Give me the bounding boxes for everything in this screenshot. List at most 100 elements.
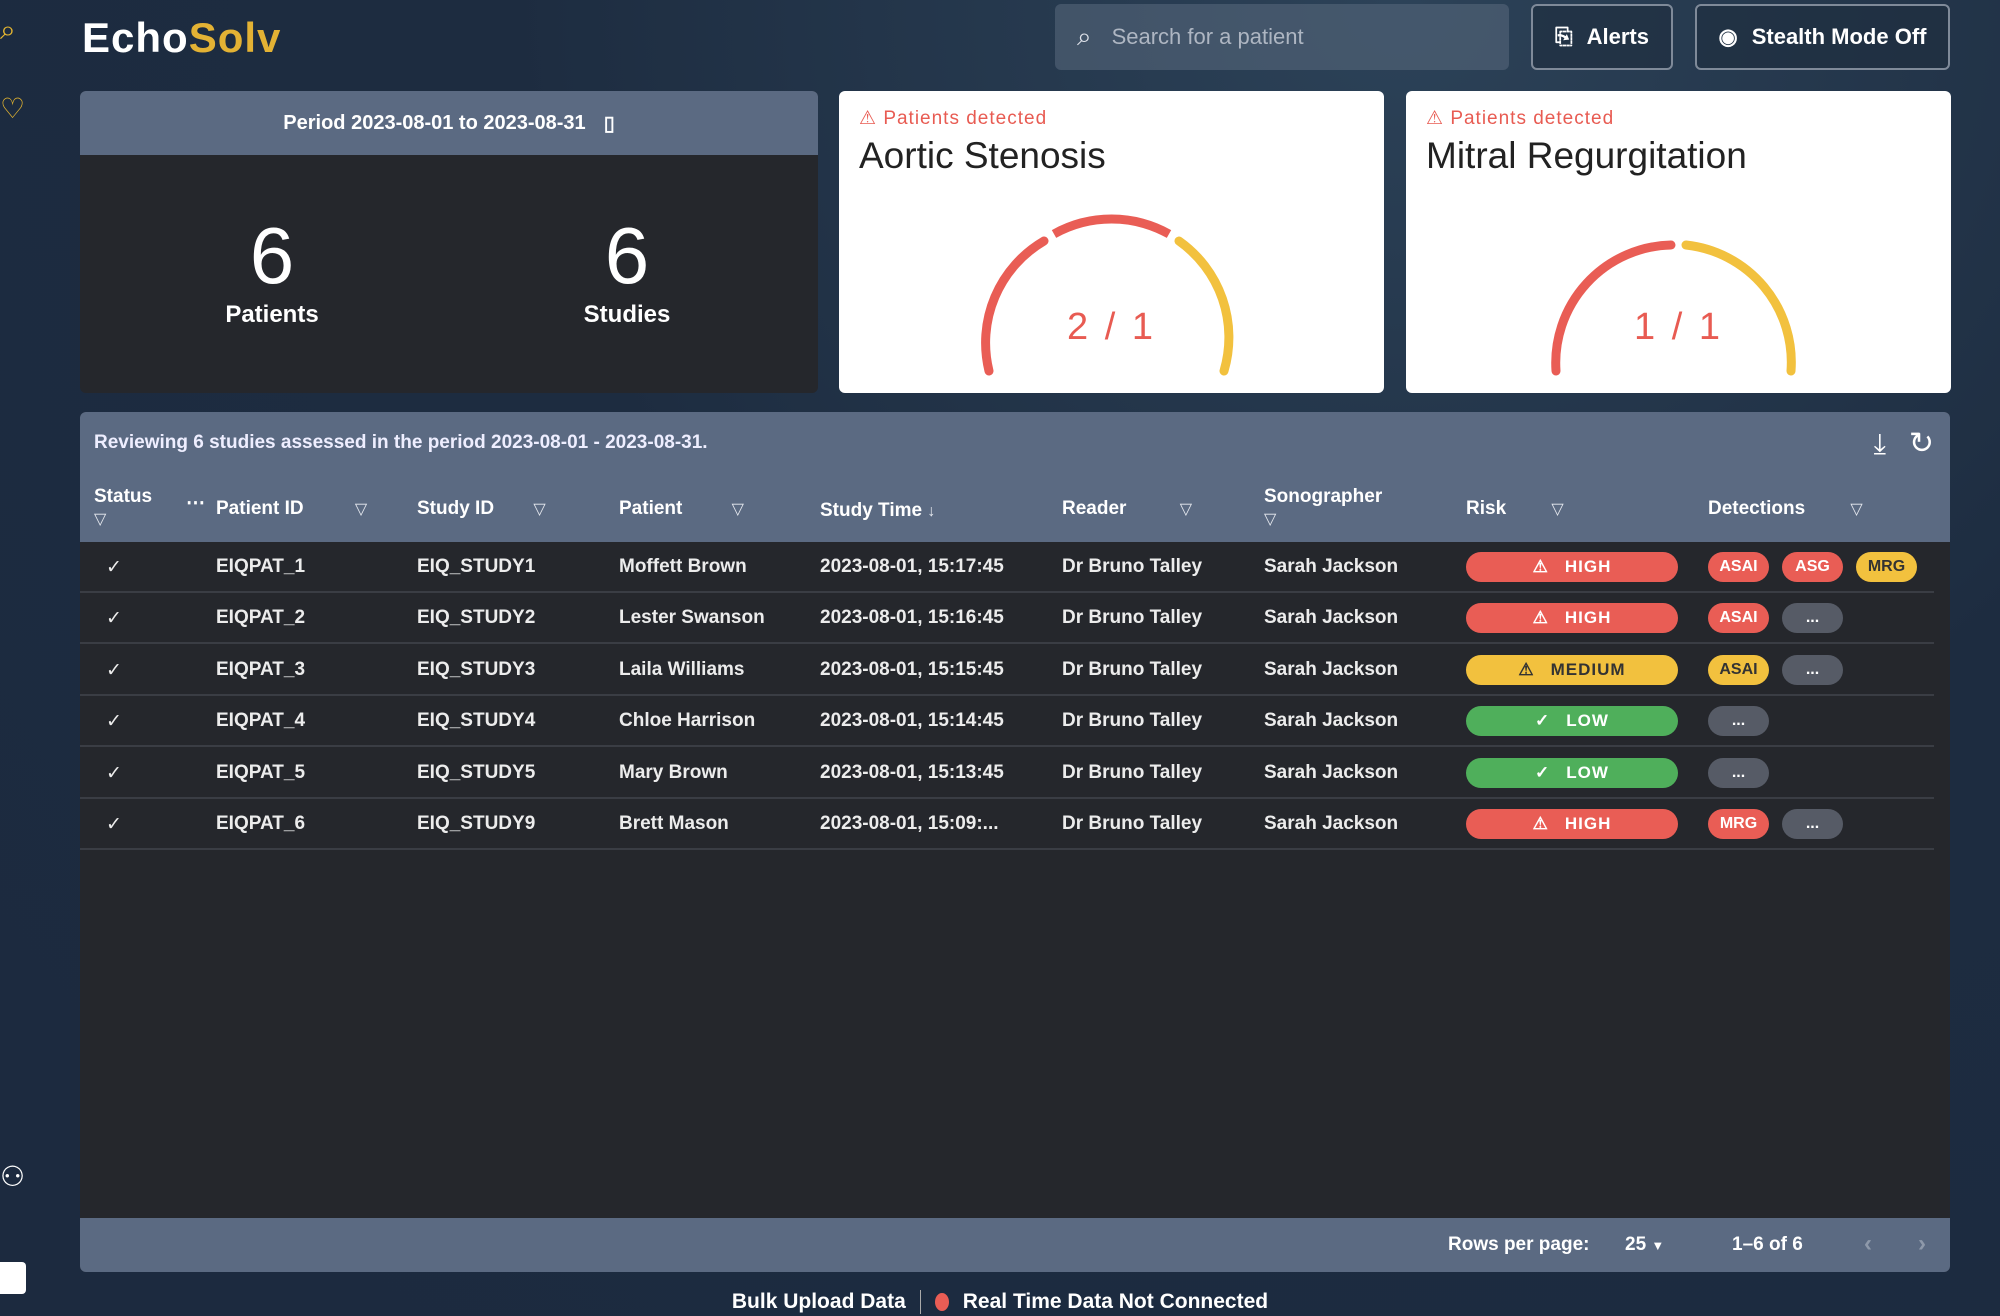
col-risk[interactable]: Risk ▽ bbox=[1466, 498, 1564, 520]
mitral-regurgitation-card[interactable]: ⚠ Patients detected Mitral Regurgitation… bbox=[1406, 91, 1951, 393]
cell-reader: Dr Bruno Talley bbox=[1062, 762, 1202, 784]
col-reader[interactable]: Reader ▽ bbox=[1062, 498, 1192, 520]
check-circle-icon: ✓ bbox=[1535, 763, 1550, 783]
card-title: Mitral Regurgitation bbox=[1426, 135, 1747, 177]
realtime-status: Real Time Data Not Connected bbox=[963, 1290, 1268, 1314]
table-header: Reviewing 6 studies assessed in the peri… bbox=[80, 412, 1950, 542]
search-input[interactable] bbox=[1112, 24, 1472, 50]
status-check-icon: ✓ bbox=[106, 659, 122, 682]
table-row[interactable]: ✓EIQPAT_5EIQ_STUDY5Mary Brown2023-08-01,… bbox=[80, 748, 1934, 799]
status-bar: Bulk Upload Data Real Time Data Not Conn… bbox=[0, 1290, 2000, 1314]
detection-chip[interactable]: ASG bbox=[1782, 552, 1843, 582]
table-row[interactable]: ✓EIQPAT_2EIQ_STUDY2Lester Swanson2023-08… bbox=[80, 593, 1934, 644]
detection-chip[interactable]: MRG bbox=[1856, 552, 1917, 582]
table-caption: Reviewing 6 studies assessed in the peri… bbox=[94, 432, 708, 454]
page-range: 1–6 of 6 bbox=[1732, 1234, 1803, 1256]
gauge-value: 2 / 1 bbox=[839, 306, 1384, 349]
prev-page-button[interactable]: ‹ bbox=[1864, 1230, 1872, 1258]
more-detections-button[interactable]: ... bbox=[1782, 655, 1843, 685]
filter-icon[interactable]: ▽ bbox=[1850, 501, 1862, 518]
table-row[interactable]: ✓EIQPAT_1EIQ_STUDY1Moffett Brown2023-08-… bbox=[80, 542, 1934, 593]
period-selector[interactable]: Period 2023-08-01 to 2023-08-31▯ bbox=[80, 91, 818, 155]
more-detections-button[interactable]: ... bbox=[1708, 706, 1769, 736]
warning-icon: ⚠ bbox=[1533, 814, 1549, 834]
status-dot-icon bbox=[935, 1293, 949, 1311]
stealth-mode-button[interactable]: ◉Stealth Mode Off bbox=[1695, 4, 1950, 70]
cell-sonographer: Sarah Jackson bbox=[1264, 710, 1398, 732]
divider bbox=[920, 1290, 921, 1314]
bulk-upload-link[interactable]: Bulk Upload Data bbox=[732, 1290, 906, 1314]
rows-per-page-select[interactable]: 25 ▼ bbox=[1625, 1234, 1664, 1256]
cell-study-id: EIQ_STUDY3 bbox=[417, 659, 535, 681]
eye-icon: ◉ bbox=[1719, 24, 1738, 50]
filter-icon[interactable]: ▽ bbox=[355, 501, 367, 518]
warning-label: ⚠ Patients detected bbox=[859, 107, 1047, 130]
gauge-value: 1 / 1 bbox=[1406, 306, 1951, 349]
filter-icon[interactable]: ▽ bbox=[1264, 511, 1276, 528]
cell-patient: Brett Mason bbox=[619, 813, 729, 835]
calendar-icon[interactable]: ▯ bbox=[604, 111, 615, 136]
check-circle-icon: ✓ bbox=[1535, 711, 1550, 731]
cell-sonographer: Sarah Jackson bbox=[1264, 607, 1398, 629]
sidebar-heart-icon[interactable]: ♡ bbox=[0, 92, 25, 125]
status-check-icon: ✓ bbox=[106, 762, 122, 785]
rows-per-page-label: Rows per page: bbox=[1448, 1234, 1589, 1256]
cell-reader: Dr Bruno Talley bbox=[1062, 607, 1202, 629]
cell-patient: Mary Brown bbox=[619, 762, 728, 784]
sidebar-user-icon[interactable]: ⚇ bbox=[0, 1160, 25, 1193]
cell-patient-id: EIQPAT_4 bbox=[216, 710, 305, 732]
sidebar-search-icon[interactable]: ⌕ bbox=[0, 14, 16, 47]
cell-patient: Chloe Harrison bbox=[619, 710, 755, 732]
more-detections-button[interactable]: ... bbox=[1708, 758, 1769, 788]
status-check-icon: ✓ bbox=[106, 710, 122, 733]
table-row[interactable]: ✓EIQPAT_6EIQ_STUDY9Brett Mason2023-08-01… bbox=[80, 799, 1934, 850]
detection-chip[interactable]: MRG bbox=[1708, 809, 1769, 839]
pagination: Rows per page: 25 ▼ 1–6 of 6 ‹ › bbox=[80, 1218, 1950, 1272]
filter-icon[interactable]: ▽ bbox=[1551, 501, 1563, 518]
cell-patient: Laila Williams bbox=[619, 659, 745, 681]
status-check-icon: ✓ bbox=[106, 556, 122, 579]
table-row[interactable]: ✓EIQPAT_3EIQ_STUDY3Laila Williams2023-08… bbox=[80, 645, 1934, 696]
warning-icon: ⚠ bbox=[1533, 608, 1549, 628]
cell-patient-id: EIQPAT_5 bbox=[216, 762, 305, 784]
studies-stat: 6Studies bbox=[527, 211, 727, 329]
warning-icon: ⚠ bbox=[1518, 660, 1534, 680]
table-row[interactable]: ✓EIQPAT_4EIQ_STUDY4Chloe Harrison2023-08… bbox=[80, 696, 1934, 747]
aortic-stenosis-card[interactable]: ⚠ Patients detected Aortic Stenosis 2 / … bbox=[839, 91, 1384, 393]
cell-study-time: 2023-08-01, 15:14:45 bbox=[820, 710, 1004, 732]
next-page-button[interactable]: › bbox=[1918, 1230, 1926, 1258]
cell-reader: Dr Bruno Talley bbox=[1062, 710, 1202, 732]
risk-badge: ⚠HIGH bbox=[1466, 552, 1678, 582]
more-detections-button[interactable]: ... bbox=[1782, 809, 1843, 839]
status-check-icon: ✓ bbox=[106, 813, 122, 836]
detection-chip[interactable]: ASAI bbox=[1708, 552, 1769, 582]
patient-search[interactable]: ⌕ bbox=[1055, 4, 1509, 70]
sort-down-icon[interactable]: ↓ bbox=[927, 503, 935, 520]
filter-icon[interactable]: ▽ bbox=[533, 501, 545, 518]
cell-study-id: EIQ_STUDY5 bbox=[417, 762, 535, 784]
col-patient[interactable]: Patient ▽ bbox=[619, 498, 744, 520]
more-detections-button[interactable]: ... bbox=[1782, 603, 1843, 633]
risk-badge: ⚠HIGH bbox=[1466, 603, 1678, 633]
col-detections[interactable]: Detections ▽ bbox=[1708, 498, 1863, 520]
filter-icon[interactable]: ▽ bbox=[1180, 501, 1192, 518]
detection-chip[interactable]: ASAI bbox=[1708, 655, 1769, 685]
cell-patient-id: EIQPAT_1 bbox=[216, 556, 305, 578]
column-menu-icon[interactable]: ⋯ bbox=[186, 492, 205, 515]
col-sonographer[interactable]: Sonographer▽ bbox=[1264, 486, 1382, 530]
alerts-button[interactable]: ⎘Alerts bbox=[1531, 4, 1673, 70]
detection-chip[interactable]: ASAI bbox=[1708, 603, 1769, 633]
filter-icon[interactable]: ▽ bbox=[94, 511, 106, 528]
col-status[interactable]: Status▽ bbox=[94, 486, 152, 530]
cell-patient: Lester Swanson bbox=[619, 607, 765, 629]
refresh-icon[interactable]: ↻ bbox=[1909, 426, 1934, 461]
risk-badge: ✓LOW bbox=[1466, 758, 1678, 788]
cell-study-id: EIQ_STUDY2 bbox=[417, 607, 535, 629]
download-icon[interactable]: ⤓ bbox=[1874, 428, 1886, 461]
filter-icon[interactable]: ▽ bbox=[732, 501, 744, 518]
cell-patient-id: EIQPAT_2 bbox=[216, 607, 305, 629]
col-study-id[interactable]: Study ID ▽ bbox=[417, 498, 546, 520]
col-study-time[interactable]: Study Time ↓ bbox=[820, 500, 935, 522]
search-icon: ⌕ bbox=[1077, 21, 1092, 53]
col-patient-id[interactable]: Patient ID ▽ bbox=[216, 498, 367, 520]
